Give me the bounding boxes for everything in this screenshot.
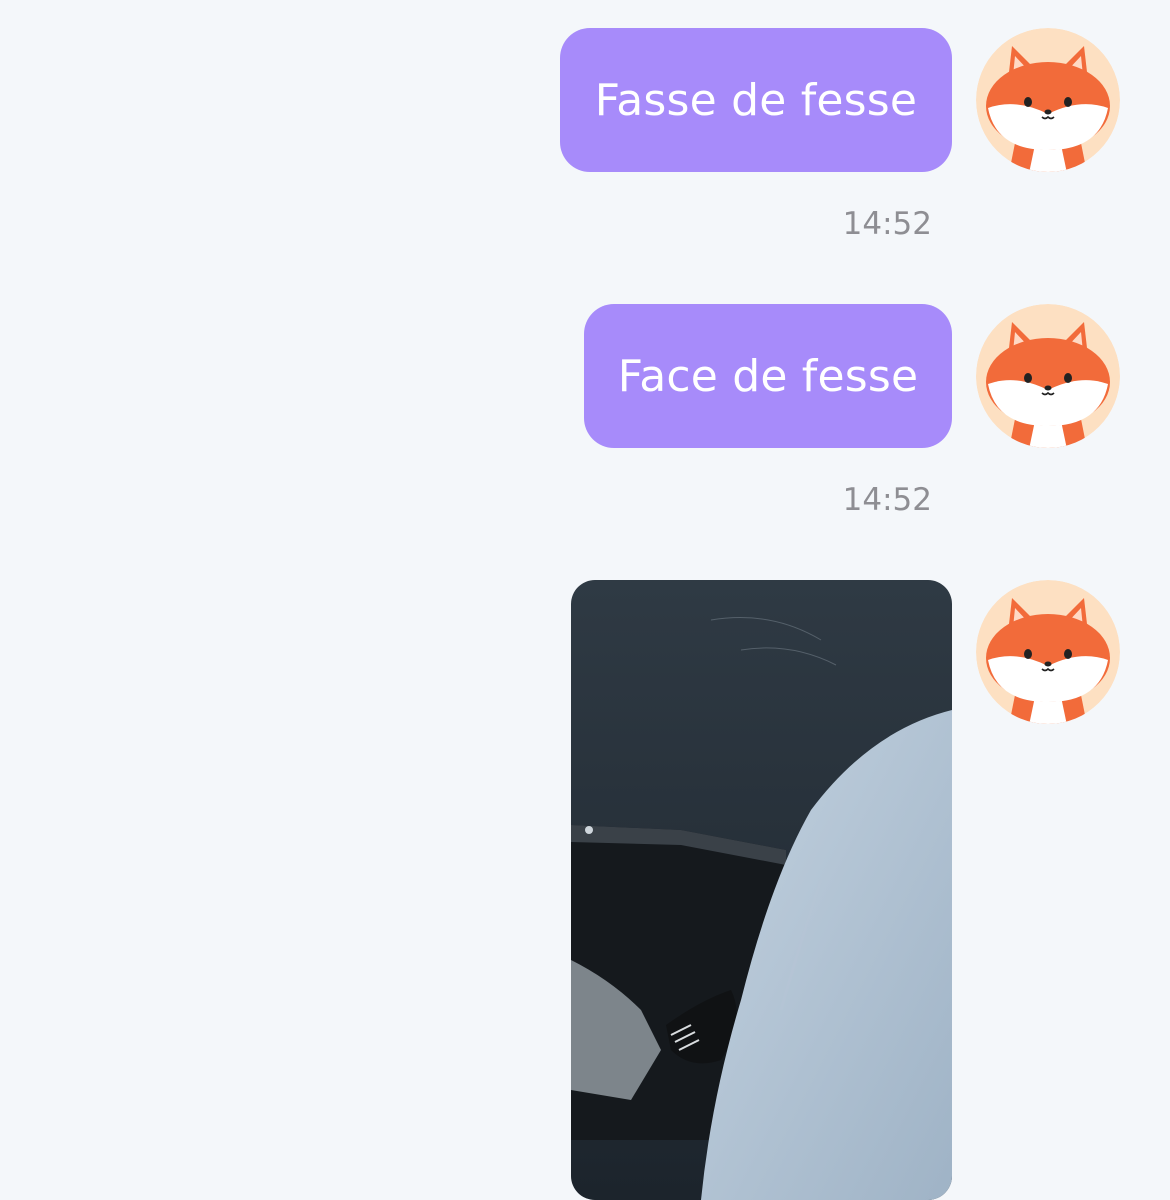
message-text: Face de fesse (617, 350, 919, 402)
message-photo[interactable] (571, 580, 952, 1200)
message-bubble[interactable]: Fasse de fesse (560, 28, 952, 172)
fox-avatar-icon[interactable] (976, 580, 1120, 724)
fox-avatar-icon[interactable] (976, 304, 1120, 448)
message-text: Fasse de fesse (594, 74, 918, 126)
fox-avatar-icon[interactable] (976, 28, 1120, 172)
message-timestamp: 14:52 (842, 482, 932, 518)
message-bubble[interactable]: Face de fesse (584, 304, 952, 448)
message-timestamp: 14:52 (842, 206, 932, 242)
